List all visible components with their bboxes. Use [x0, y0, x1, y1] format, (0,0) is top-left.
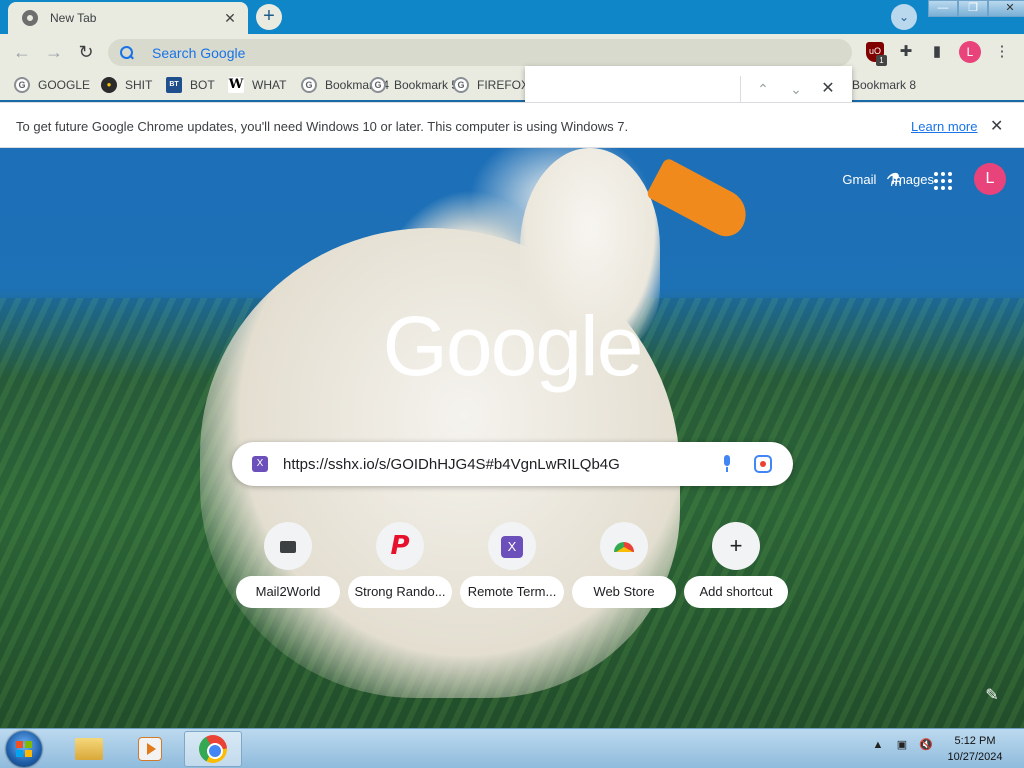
side-panel-icon[interactable]: ▮: [927, 42, 947, 62]
tab-title: New Tab: [50, 11, 97, 25]
close-window-button[interactable]: ✕: [988, 0, 1024, 17]
w-favicon-icon: W: [228, 77, 244, 93]
update-infobar: To get future Google Chrome updates, you…: [0, 102, 1024, 148]
account-avatar[interactable]: L: [974, 163, 1006, 195]
shortcut-label: Remote Term...: [460, 576, 564, 608]
find-next-button[interactable]: ⌄: [785, 78, 807, 100]
gmail-link[interactable]: Gmail: [842, 172, 876, 187]
find-close-button[interactable]: ✕: [817, 78, 839, 100]
bookmarks-bar: G GOOGLE ● SHIT BT BOT W WHAT G Bookmark…: [0, 70, 1024, 100]
customize-pencil-icon[interactable]: ✎: [982, 686, 1002, 706]
web-store-icon: [600, 522, 648, 570]
bookmark-item-6[interactable]: G Bookmark 5: [370, 75, 458, 95]
infobar-message: To get future Google Chrome updates, you…: [16, 119, 629, 134]
bookmark-label: SHIT: [125, 78, 153, 92]
bookmark-firefox[interactable]: G FIREFOX: [453, 75, 529, 95]
x-logo-icon: X: [488, 522, 536, 570]
learn-more-link[interactable]: Learn more: [911, 119, 977, 134]
background-duck-bill: [645, 157, 755, 243]
chrome-icon: [199, 735, 227, 763]
p-logo-icon: P: [376, 522, 424, 570]
bookmark-item-8[interactable]: Bookmark 8: [852, 75, 916, 95]
shortcut-label: Add shortcut: [684, 576, 788, 608]
taskbar-explorer[interactable]: [60, 731, 118, 767]
new-tab-button[interactable]: +: [256, 4, 282, 30]
clock-date: 10/27/2024: [947, 751, 1003, 763]
mail-envelope-icon: [264, 522, 312, 570]
bookmark-label: FIREFOX: [477, 78, 530, 92]
bookmark-what[interactable]: W WHAT: [228, 75, 286, 95]
google-favicon-icon: G: [301, 77, 317, 93]
taskbar-clock[interactable]: 5:12 PM 10/27/2024: [940, 733, 1010, 765]
system-tray: ▲ ▣ 🔇: [870, 737, 934, 753]
bookmark-bot[interactable]: BT BOT: [166, 75, 215, 95]
infobar-close-icon[interactable]: ✕: [990, 116, 1003, 136]
bookmark-label: Bookmark 8: [852, 78, 917, 92]
shortcut-strong-random[interactable]: P Strong Rando...: [348, 522, 460, 610]
bookmark-item-2[interactable]: ● SHIT: [101, 75, 152, 95]
shortcut-label: Strong Rando...: [348, 576, 452, 608]
find-divider: [740, 76, 741, 104]
tab-strip: New Tab ✕ + ⌄ — ❐ ✕: [0, 0, 1024, 34]
tray-arrow-icon[interactable]: ▲: [870, 737, 886, 753]
network-icon[interactable]: ▣: [894, 737, 910, 753]
start-button[interactable]: [6, 731, 42, 767]
taskbar-chrome[interactable]: [184, 731, 242, 767]
browser-toolbar: ← → ↻ uO 1 ✚ ▮ L ⋮: [0, 34, 1024, 70]
minimize-button[interactable]: —: [928, 0, 958, 17]
plus-icon: +: [712, 522, 760, 570]
add-shortcut-button[interactable]: + Add shortcut: [684, 522, 796, 610]
menu-kebab-icon[interactable]: ⋮: [992, 42, 1012, 62]
chrome-favicon-icon: [22, 10, 38, 26]
back-button[interactable]: ←: [10, 40, 34, 64]
tab-close-icon[interactable]: ✕: [222, 10, 238, 27]
bt-favicon-icon: BT: [166, 77, 182, 93]
microphone-icon[interactable]: [722, 455, 732, 473]
omnibox[interactable]: [108, 39, 852, 66]
windows-taskbar: ▲ ▣ 🔇 5:12 PM 10/27/2024: [0, 728, 1024, 768]
bookmark-google[interactable]: G GOOGLE: [14, 75, 90, 95]
shortcut-web-store[interactable]: Web Store: [572, 522, 684, 610]
labs-flask-icon[interactable]: ⚗: [884, 170, 904, 190]
folder-icon: [75, 738, 103, 760]
shortcut-tiles: Mail2World P Strong Rando... X Remote Te…: [236, 522, 796, 610]
bookmark-label: GOOGLE: [38, 78, 91, 92]
shortcut-label: Web Store: [572, 576, 676, 608]
volume-muted-icon[interactable]: 🔇: [918, 737, 934, 753]
window-controls: — ❐ ✕: [928, 0, 1024, 18]
shortcut-label: Mail2World: [236, 576, 340, 608]
extension-badge: 1: [876, 55, 887, 66]
shortcut-remote-term[interactable]: X Remote Term...: [460, 522, 572, 610]
google-favicon-icon: G: [453, 77, 469, 93]
profile-avatar[interactable]: L: [959, 41, 981, 63]
bookmark-label: BOT: [190, 78, 215, 92]
dark-site-favicon-icon: ●: [101, 77, 117, 93]
google-lens-icon[interactable]: [754, 455, 772, 473]
google-favicon-icon: G: [370, 77, 386, 93]
bookmark-label: WHAT: [252, 78, 287, 92]
find-input[interactable]: [535, 76, 735, 102]
extensions-puzzle-icon[interactable]: ✚: [896, 42, 916, 62]
ntp-search-input[interactable]: [283, 455, 703, 473]
google-apps-grid-icon[interactable]: [932, 170, 952, 190]
ntp-search-box[interactable]: X: [232, 442, 793, 486]
reload-button[interactable]: ↻: [74, 40, 98, 64]
google-favicon-icon: G: [14, 77, 30, 93]
address-bar-input[interactable]: [152, 44, 752, 61]
search-icon: [120, 45, 134, 60]
new-tab-page: Gmail Images ⚗ L Google X Mail2World P S…: [0, 148, 1024, 728]
clock-time: 5:12 PM: [954, 735, 996, 747]
maximize-button[interactable]: ❐: [958, 0, 988, 17]
forward-button[interactable]: →: [42, 40, 66, 64]
google-logo: Google: [382, 299, 644, 393]
site-favicon-icon: X: [252, 456, 268, 472]
taskbar-media-player[interactable]: [121, 731, 179, 767]
tab-new-tab[interactable]: New Tab ✕: [8, 2, 248, 34]
shortcut-mail2world[interactable]: Mail2World: [236, 522, 348, 610]
bookmark-label: Bookmark 5: [394, 78, 459, 92]
tab-search-button[interactable]: ⌄: [891, 4, 917, 30]
find-previous-button[interactable]: ⌃: [752, 78, 774, 100]
windows-flag-icon: [16, 741, 32, 757]
media-player-icon: [138, 737, 162, 761]
